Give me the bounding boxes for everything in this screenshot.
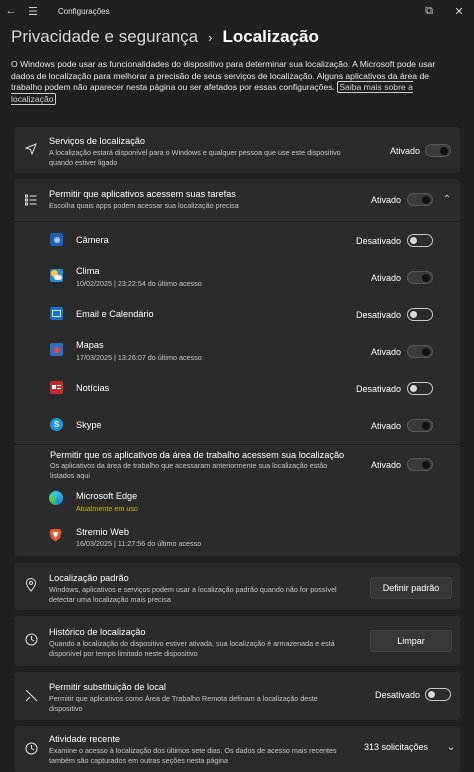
app-row-news: Notícias Desativado: [14, 370, 460, 407]
recent-activity-subtitle: Examine o acesso à localização dos últim…: [49, 746, 337, 765]
news-app-icon: [50, 381, 63, 394]
skype-app-icon: S: [50, 418, 63, 431]
app-access-subtitle: Escolha quais apps podem acessar sua loc…: [49, 201, 239, 210]
page-description: O Windows pode usar as funcionalidades d…: [11, 59, 459, 105]
location-services-card: Serviços de localização A localização es…: [14, 127, 460, 173]
override-title: Permitir substituição de local: [49, 682, 166, 692]
window-title: Configurações: [58, 6, 110, 16]
app-last-access: 10/02/2025 | 23:22:54 do último acesso: [76, 279, 202, 288]
default-location-title: Localização padrão: [49, 573, 129, 583]
override-arrows-icon: [24, 688, 38, 702]
override-state: Desativado: [374, 690, 420, 700]
app-state: Ativado: [370, 347, 401, 357]
breadcrumb-parent[interactable]: Privacidade e segurança: [11, 27, 198, 47]
app-access-title: Permitir que aplicativos acessem suas ta…: [49, 189, 236, 199]
desktop-apps-toggle[interactable]: [407, 458, 433, 471]
app-name: Mapas: [76, 340, 104, 350]
news-toggle[interactable]: [407, 382, 433, 395]
desktop-apps-title: Permitir que os aplicativos da área de t…: [50, 450, 345, 460]
app-row-weather: Clima 10/02/2025 | 23:22:54 do último ac…: [14, 259, 460, 296]
edge-app-icon: [49, 491, 63, 505]
app-name: Stremio Web: [76, 527, 129, 537]
location-history-card: Histórico de localização Quando a locali…: [14, 616, 460, 666]
history-title: Histórico de localização: [49, 627, 146, 637]
default-location-card: Localização padrão Windows, aplicativos …: [14, 563, 460, 610]
app-state: Desativado: [355, 310, 401, 320]
app-state: Ativado: [370, 421, 401, 431]
app-name: Clima: [76, 266, 100, 276]
app-row-skype: S Skype Ativado: [14, 407, 460, 444]
page-title: Localização: [222, 27, 319, 46]
app-access-card: Permitir que aplicativos acessem suas ta…: [14, 179, 460, 556]
location-services-toggle[interactable]: [425, 144, 451, 157]
camera-app-icon: [50, 233, 63, 246]
location-services-subtitle: A localização estará disponível para o W…: [49, 148, 341, 167]
weather-app-icon: [50, 269, 63, 282]
chevron-up-icon[interactable]: ⌃: [441, 192, 453, 206]
app-state: Desativado: [355, 236, 401, 246]
clock-icon: [24, 741, 38, 755]
list-icon: [24, 193, 38, 207]
history-subtitle: Quando a localização do dispositivo esti…: [49, 639, 335, 658]
app-state: Ativado: [370, 273, 401, 283]
override-toggle[interactable]: [425, 688, 451, 701]
location-services-state: Ativado: [389, 146, 420, 156]
override-subtitle: Permitir que aplicativos como Área de Tr…: [49, 694, 318, 713]
desktop-apps-state: Ativado: [370, 460, 401, 470]
app-access-state: Ativado: [370, 195, 401, 205]
app-name: Câmera: [76, 235, 109, 245]
location-arrow-icon: [24, 142, 38, 156]
maps-app-icon: [50, 343, 63, 356]
app-row-mail: Email e Calendário Desativado: [14, 296, 460, 333]
app-access-toggle[interactable]: [407, 193, 433, 206]
clear-history-button[interactable]: Limpar: [370, 630, 452, 652]
app-last-access: 17/03/2025 | 13:26:07 do último acesso: [76, 353, 202, 362]
breadcrumb: Privacidade e segurança › Localização: [11, 25, 319, 49]
location-override-card: Permitir substituição de local Permitir …: [14, 672, 460, 720]
chevron-right-icon: ›: [208, 29, 213, 45]
app-state: Desativado: [355, 384, 401, 394]
window-controls: ⧉ ✕: [414, 0, 474, 22]
set-default-button[interactable]: Definir padrão: [370, 577, 452, 599]
restore-icon[interactable]: ⧉: [414, 0, 444, 22]
desktop-app-row-stremio: Stremio Web 16/03/2025 | 11:27:56 do últ…: [14, 519, 460, 556]
chevron-down-icon[interactable]: ⌄: [446, 740, 456, 753]
camera-toggle[interactable]: [407, 234, 433, 247]
app-access-header[interactable]: Permitir que aplicativos acessem suas ta…: [14, 179, 460, 221]
skype-toggle[interactable]: [407, 419, 433, 432]
desktop-apps-header: Permitir que os aplicativos da área de t…: [14, 445, 460, 485]
close-icon[interactable]: ✕: [444, 0, 474, 22]
recent-activity-title: Atividade recente: [49, 734, 120, 744]
app-name: Email e Calendário: [76, 309, 154, 319]
app-name: Notícias: [76, 383, 110, 393]
mail-toggle[interactable]: [407, 308, 433, 321]
history-icon: [24, 632, 38, 646]
recent-activity-count: 313 solicitações: [364, 742, 429, 752]
location-services-title: Serviços de localização: [49, 136, 146, 146]
back-icon[interactable]: ←: [0, 0, 22, 22]
desktop-apps-subtitle: Os aplicativos da área de trabalho que a…: [50, 461, 328, 480]
app-name: Microsoft Edge: [76, 491, 138, 501]
app-row-maps: Mapas 17/03/2025 | 13:26:07 do último ac…: [14, 333, 460, 370]
app-status: Atualmente em uso: [76, 504, 138, 513]
title-bar: ← ☰ Configurações ⧉ ✕: [0, 0, 474, 22]
recent-activity-card[interactable]: Atividade recente Examine o acesso à loc…: [14, 726, 460, 772]
maps-toggle[interactable]: [407, 345, 433, 358]
menu-icon[interactable]: ☰: [22, 0, 44, 22]
weather-toggle[interactable]: [407, 271, 433, 284]
brave-app-icon: [49, 528, 62, 542]
pin-icon: [24, 578, 38, 592]
desktop-app-row-edge: Microsoft Edge Atualmente em uso: [14, 485, 460, 519]
app-name: Skype: [76, 420, 102, 430]
default-location-subtitle: Windows, aplicativos e serviços podem us…: [49, 585, 337, 604]
app-row-camera: Câmera Desativado: [14, 222, 460, 259]
mail-app-icon: [50, 307, 63, 320]
app-last-access: 16/03/2025 | 11:27:56 do último acesso: [76, 539, 202, 548]
